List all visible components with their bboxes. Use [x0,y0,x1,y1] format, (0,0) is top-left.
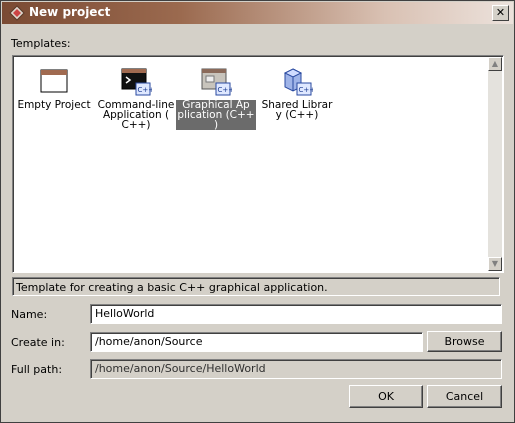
templates-scrollbar[interactable]: ▲ ▼ [488,57,502,271]
template-label-line2: y (C++) [275,109,319,121]
templates-label: Templates: [11,37,71,50]
template-graphical-app[interactable]: C++ Graphical Ap plication (C++ ) [175,66,257,131]
graphical-app-icon: C++ [201,68,233,96]
name-label: Name: [11,308,48,321]
create-in-label: Create in: [11,336,65,349]
svg-text:C++: C++ [299,86,314,94]
cancel-button[interactable]: Cancel [427,385,502,408]
name-field[interactable]: HelloWorld [90,304,502,324]
svg-text:C++: C++ [218,86,233,94]
svg-text:C++: C++ [138,86,153,94]
console-app-icon: C++ [121,68,153,96]
template-label-line3: C++) [121,119,151,131]
new-project-dialog: New project ✕ Templates: Empty Project C… [0,0,515,423]
browse-button[interactable]: Browse [427,331,502,352]
template-command-line-app[interactable]: C++ Command-line Application ( C++) [95,66,177,131]
create-in-field[interactable]: /home/anon/Source [90,332,423,352]
scroll-up-icon[interactable]: ▲ [488,57,502,71]
full-path-label: Full path: [11,363,63,376]
window-title: New project [29,5,111,19]
ok-button[interactable]: OK [349,385,423,408]
scroll-down-icon[interactable]: ▼ [488,257,502,271]
template-label-line1: Empty Project [17,99,91,111]
template-description: Template for creating a basic C++ graphi… [12,277,500,296]
close-button[interactable]: ✕ [492,5,509,21]
template-shared-library[interactable]: C++ Shared Librar y (C++) [256,66,338,121]
template-empty-project[interactable]: Empty Project [13,66,95,111]
template-label-line3: ) [213,119,219,131]
empty-project-icon [40,69,68,93]
templates-list[interactable]: Empty Project C++ Command-line Applicati… [12,55,504,273]
shared-library-icon: C++ [283,68,314,96]
full-path-field: /home/anon/Source/HelloWorld [90,359,502,379]
title-bar[interactable]: New project ✕ [2,2,513,24]
app-icon [9,5,25,21]
